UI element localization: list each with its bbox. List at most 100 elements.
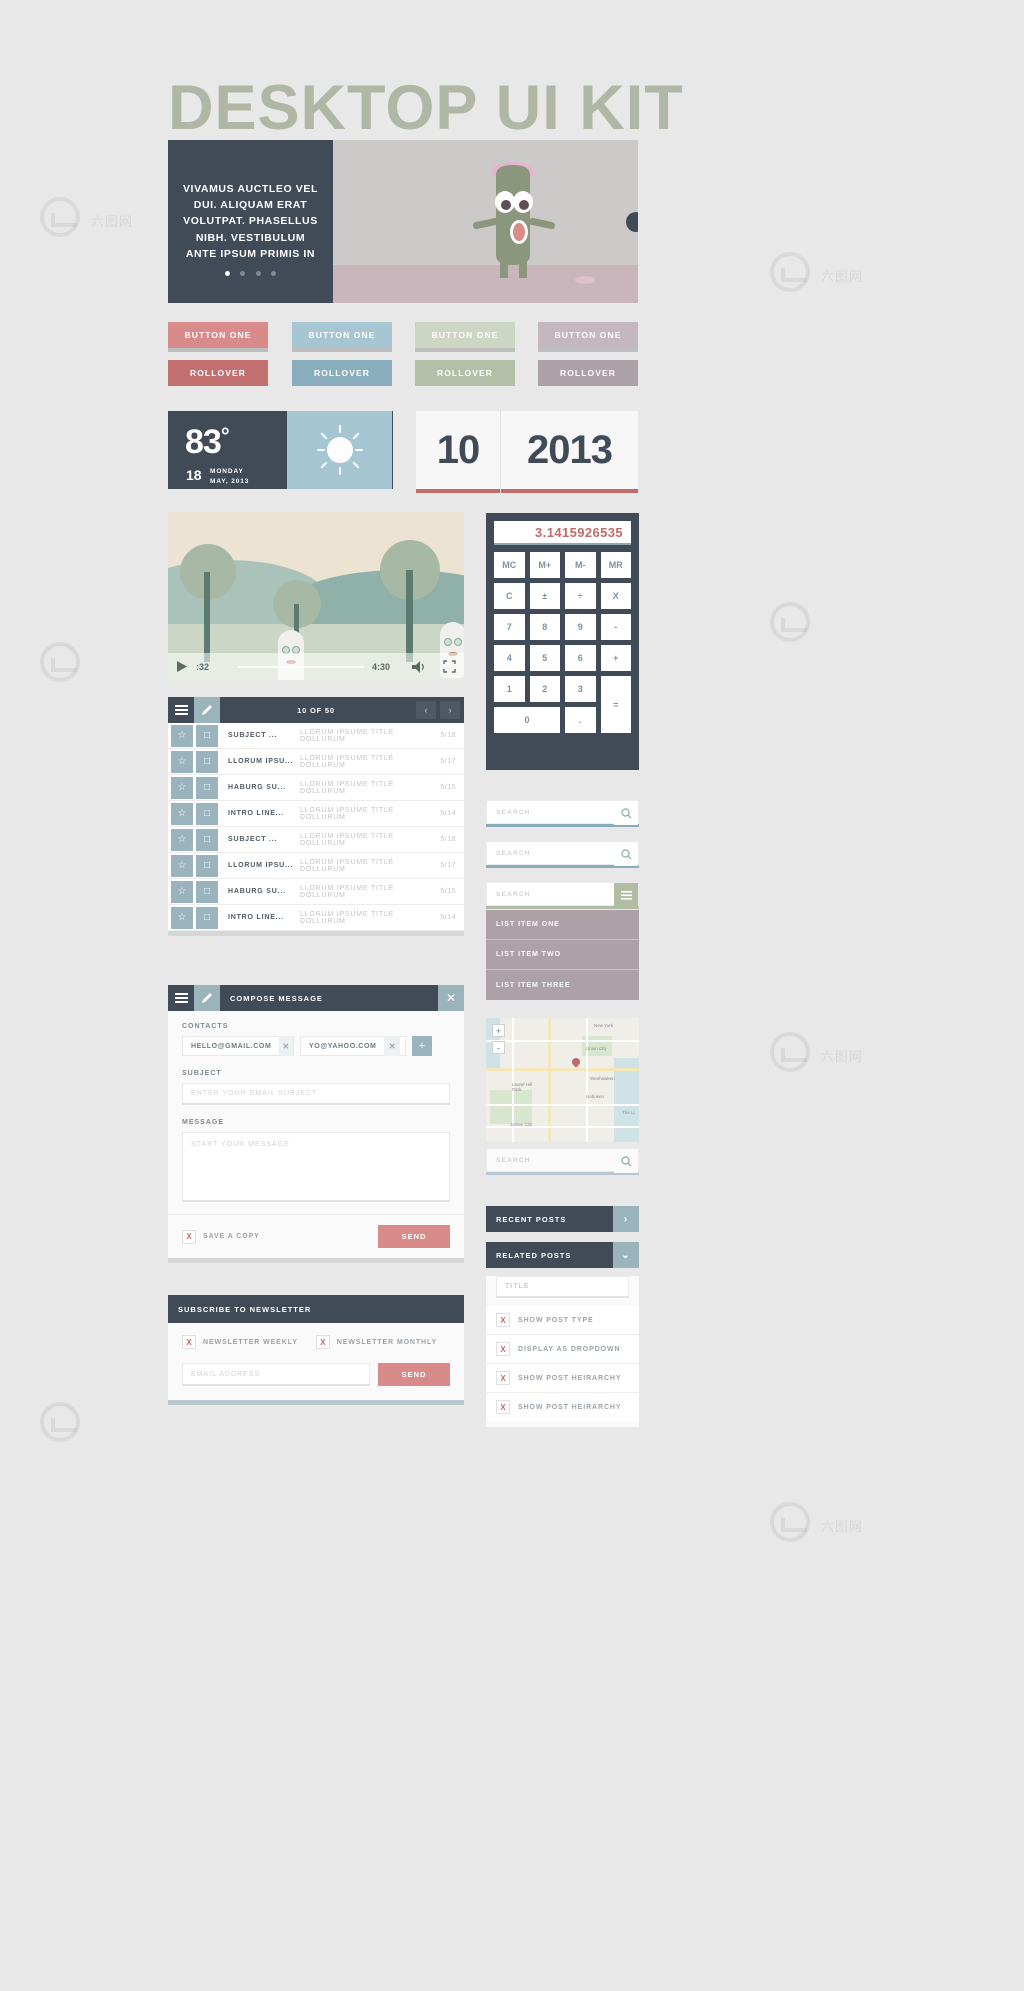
mail-list-widget[interactable]: 10 OF 50 ‹ › ☆ □ SUBJECT ... LLORUM IPSU… (168, 697, 464, 936)
newsletter-widget[interactable]: SUBSCRIBE TO NEWSLETTER X NEWSLETTER WEE… (168, 1295, 464, 1405)
pencil-icon[interactable] (194, 697, 220, 723)
mail-pagination[interactable]: ‹ › (416, 701, 460, 719)
table-row[interactable]: ☆ □ SUBJECT ... LLORUM IPSUME TITLE DOLL… (168, 827, 464, 853)
calc-key-mc[interactable]: MC (494, 552, 525, 578)
pencil-icon[interactable] (194, 985, 220, 1011)
video-player[interactable]: :32 4:30 (168, 512, 464, 680)
search-input[interactable]: SEARCH (486, 841, 639, 866)
post-option-row[interactable]: X SHOW POST HEIRARCHY (486, 1393, 639, 1421)
calc-key-0[interactable]: 0 (494, 707, 560, 733)
hero-slider[interactable]: VIVAMUS AUCTLEO VEL DUI. ALIQUAM ERAT VO… (168, 140, 638, 303)
video-controls[interactable]: :32 4:30 (168, 653, 464, 680)
newsletter-monthly-checkbox[interactable]: X (315, 1335, 330, 1349)
contact-chip[interactable]: YO@YAHOO.COM ✕ (300, 1036, 406, 1056)
star-icon[interactable]: ☆ (171, 828, 193, 851)
save-copy-checkbox[interactable]: X (182, 1229, 196, 1244)
newsletter-weekly-option[interactable]: X NEWSLETTER WEEKLY (182, 1335, 298, 1349)
star-icon[interactable]: ☆ (171, 776, 193, 799)
search-widget-2[interactable]: SEARCH (486, 841, 639, 868)
hero-dot-4[interactable] (271, 271, 277, 276)
post-option-checkbox[interactable]: X (496, 1400, 510, 1414)
row-checkbox[interactable]: □ (196, 906, 218, 929)
star-icon[interactable]: ☆ (171, 854, 193, 877)
map-zoom-out-button[interactable]: - (492, 1041, 505, 1054)
table-row[interactable]: ☆ □ INTRO LINE... LLORUM IPSUME TITLE DO… (168, 801, 464, 827)
calc-key-plusminus[interactable]: ± (529, 583, 560, 609)
calc-key-7[interactable]: 7 (494, 614, 525, 640)
hamburger-icon[interactable] (168, 985, 194, 1011)
newsletter-email-input[interactable]: EMAIL ADDRESS (182, 1363, 370, 1386)
calc-key-multiply[interactable]: X (600, 583, 631, 609)
newsletter-signup-row[interactable]: EMAIL ADDRESS SEND (182, 1363, 450, 1386)
related-posts-bar[interactable]: RELATED POSTS ⌄ (486, 1242, 639, 1268)
hero-dot-2[interactable] (240, 271, 246, 276)
map-search-widget[interactable]: SEARCH (486, 1148, 639, 1175)
table-row[interactable]: ☆ □ HABURG SU... LLORUM IPSUME TITLE DOL… (168, 775, 464, 801)
post-option-checkbox[interactable]: X (496, 1342, 510, 1356)
star-icon[interactable]: ☆ (171, 906, 193, 929)
compose-footer[interactable]: X SAVE A COPY SEND (168, 1214, 464, 1258)
map-search-input[interactable]: SEARCH (486, 1148, 639, 1173)
volume-icon[interactable] (404, 660, 434, 673)
list-widget[interactable]: LIST ITEM ONE LIST ITEM TWO LIST ITEM TH… (486, 910, 639, 1000)
button-one-mauve[interactable]: BUTTON ONE (538, 322, 638, 352)
newsletter-send-button[interactable]: SEND (378, 1363, 450, 1386)
related-posts-widget[interactable]: RELATED POSTS ⌄ TITLE X SHOW POST TYPE X… (486, 1242, 639, 1427)
post-option-row[interactable]: X SHOW POST HEIRARCHY (486, 1364, 639, 1393)
calc-key-8[interactable]: 8 (529, 614, 560, 640)
compose-toolbar[interactable]: COMPOSE MESSAGE ✕ (168, 985, 464, 1011)
calc-key-2[interactable]: 2 (529, 676, 560, 702)
contact-chip[interactable]: HELLO@GMAIL.COM ✕ (182, 1036, 294, 1056)
calculator-keypad[interactable]: MC M+ M- MR C ± ÷ X 7 8 9 - 4 5 6 + 1 2 … (494, 552, 631, 733)
button-one-green[interactable]: BUTTON ONE (415, 322, 515, 352)
calc-key-mminus[interactable]: M- (565, 552, 596, 578)
calc-key-9[interactable]: 9 (565, 614, 596, 640)
remove-contact-icon[interactable]: ✕ (279, 1036, 293, 1056)
calc-key-mplus[interactable]: M+ (529, 552, 560, 578)
calc-key-minus[interactable]: - (600, 614, 631, 640)
search-icon[interactable] (614, 1149, 638, 1173)
search-icon[interactable] (614, 842, 638, 866)
table-row[interactable]: ☆ □ LLORUM IPSU... LLORUM IPSUME TITLE D… (168, 749, 464, 775)
calc-key-5[interactable]: 5 (529, 645, 560, 671)
hero-dot-3[interactable] (255, 271, 261, 276)
table-row[interactable]: ☆ □ HABURG SU... LLORUM IPSUME TITLE DOL… (168, 879, 464, 905)
star-icon[interactable]: ☆ (171, 802, 193, 825)
save-copy-option[interactable]: X SAVE A COPY (182, 1229, 260, 1244)
list-item[interactable]: LIST ITEM TWO (486, 940, 639, 970)
close-icon[interactable]: ✕ (438, 985, 464, 1011)
row-checkbox[interactable]: □ (196, 854, 218, 877)
add-contact-button[interactable]: + (412, 1036, 432, 1056)
search-icon[interactable] (614, 801, 638, 825)
newsletter-options[interactable]: X NEWSLETTER WEEKLY X NEWSLETTER MONTHLY (182, 1335, 450, 1349)
post-option-row[interactable]: X DISPLAY AS DROPDOWN (486, 1335, 639, 1364)
map-widget[interactable]: New York Union City Weehawken Laurel Hil… (486, 1018, 639, 1142)
subject-input[interactable]: ENTER YOUR EMAIL SUBJECT (182, 1083, 450, 1105)
hamburger-icon[interactable] (168, 697, 194, 723)
search-input[interactable]: SEARCH (486, 800, 639, 825)
calc-key-plus[interactable]: + (600, 645, 631, 671)
table-row[interactable]: ☆ □ SUBJECT ... LLORUM IPSUME TITLE DOLL… (168, 723, 464, 749)
calc-key-mr[interactable]: MR (600, 552, 631, 578)
chevron-right-icon[interactable]: › (613, 1206, 639, 1232)
calc-key-divide[interactable]: ÷ (565, 583, 596, 609)
list-item[interactable]: LIST ITEM THREE (486, 970, 639, 1000)
calc-key-equals[interactable]: = (600, 676, 631, 733)
row-checkbox[interactable]: □ (196, 802, 218, 825)
calc-key-6[interactable]: 6 (565, 645, 596, 671)
row-checkbox[interactable]: □ (196, 880, 218, 903)
table-row[interactable]: ☆ □ LLORUM IPSU... LLORUM IPSUME TITLE D… (168, 853, 464, 879)
search-widget-3[interactable]: SEARCH (486, 882, 639, 909)
compose-message-panel[interactable]: COMPOSE MESSAGE ✕ CONTACTS HELLO@GMAIL.C… (168, 985, 464, 1263)
chevron-left-icon[interactable]: ‹ (416, 701, 436, 719)
fullscreen-icon[interactable] (434, 660, 464, 673)
button-one-blue[interactable]: BUTTON ONE (292, 322, 392, 352)
search-input[interactable]: SEARCH (486, 882, 639, 907)
hero-dots[interactable] (168, 263, 333, 281)
table-row[interactable]: ☆ □ INTRO LINE... LLORUM IPSUME TITLE DO… (168, 905, 464, 931)
chevron-right-icon[interactable]: › (440, 701, 460, 719)
calc-key-clear[interactable]: C (494, 583, 525, 609)
remove-contact-icon[interactable]: ✕ (384, 1036, 401, 1056)
rollover-blue[interactable]: ROLLOVER (292, 360, 392, 386)
contacts-row[interactable]: HELLO@GMAIL.COM ✕ YO@YAHOO.COM ✕ + (182, 1036, 450, 1056)
